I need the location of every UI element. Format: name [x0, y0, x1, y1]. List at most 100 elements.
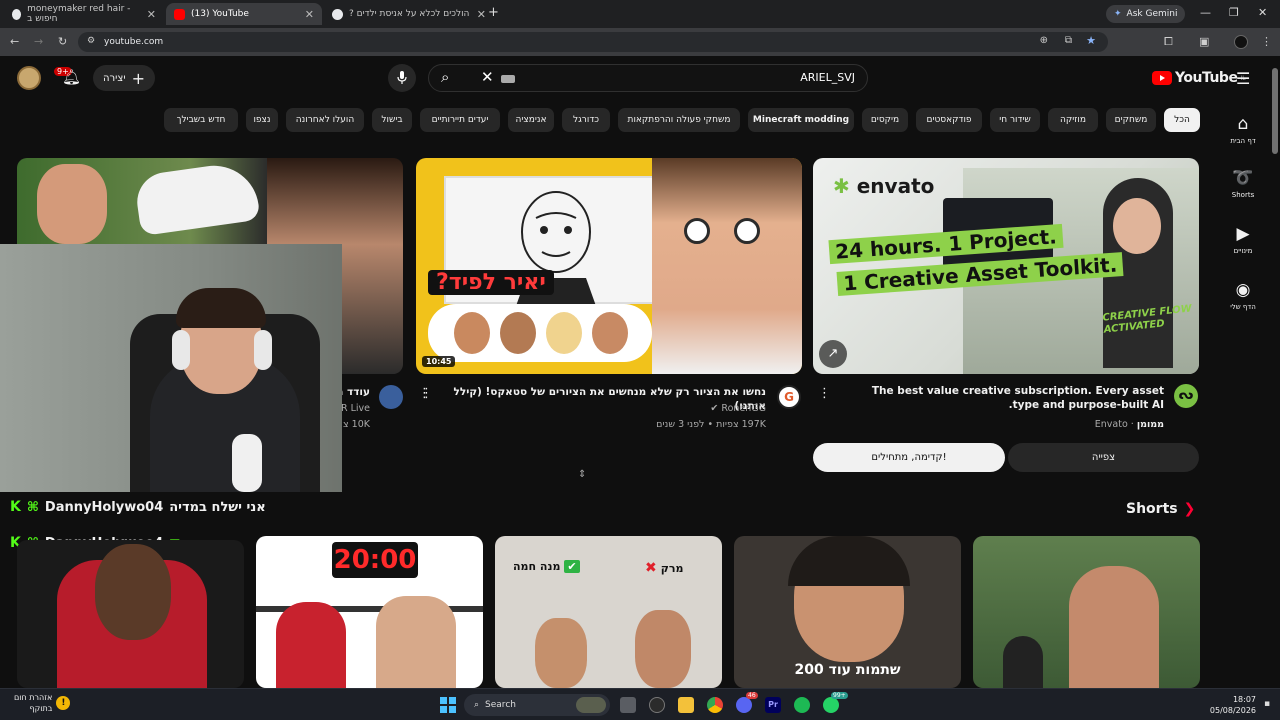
address-bar[interactable]: ⚙ youtube.com ⊕ ⧉ ★ [78, 32, 1108, 52]
chip[interactable]: בישול [372, 108, 412, 132]
short-hair [788, 536, 910, 586]
chip[interactable]: יעדים תיירותיים [420, 108, 500, 132]
hamburger-menu-icon[interactable]: ☰ [1236, 69, 1250, 88]
profile-avatar-icon[interactable] [1234, 35, 1248, 49]
system-clock[interactable]: 18:07 05/08/2026 [1210, 694, 1256, 716]
install-icon[interactable]: ⧉ [1065, 35, 1072, 46]
search-input[interactable]: ARIEL_SVJ [800, 71, 855, 84]
maximize-icon[interactable]: ❐ [1229, 6, 1239, 19]
chrome-icon[interactable] [707, 697, 723, 713]
filter-chips-bar: הכל משחקים מוזיקה שידור חי פודקאסטים מיק… [164, 108, 1200, 132]
back-icon[interactable]: ← [10, 35, 19, 48]
site-info-icon[interactable]: ⚙ [87, 36, 95, 46]
chip[interactable]: מוזיקה [1048, 108, 1098, 132]
home-icon: ⌂ [1237, 114, 1249, 134]
browser-tab[interactable]: הולכים לכלא על אניסת ילדים ? ✕ [324, 3, 494, 25]
browser-tab-active[interactable]: (13) YouTube ✕ [166, 3, 322, 25]
keyboard-icon[interactable] [501, 75, 515, 83]
obs-icon[interactable] [649, 697, 665, 713]
chip[interactable]: חדש בשבילך [164, 108, 238, 132]
close-window-icon[interactable]: ✕ [1258, 6, 1267, 19]
extensions-icon[interactable]: ⧠ [1164, 35, 1173, 49]
discord-badge: 46 [746, 692, 758, 699]
chip[interactable]: משחקים [1106, 108, 1156, 132]
search-icon[interactable]: ⌕ [441, 68, 449, 86]
ad-watch-button[interactable]: צפייה [1008, 443, 1199, 472]
guide-item-home[interactable]: ⌂ דף הבית [1216, 114, 1270, 145]
page-scrollbar[interactable] [1270, 60, 1280, 688]
whatsapp-icon[interactable] [823, 697, 839, 713]
short-card[interactable]: שתמות עוד 200 [734, 536, 961, 688]
taskbar-search[interactable]: ⌕ Search [464, 694, 610, 716]
weather-widget[interactable]: ! אזהרת חום בתוקף [14, 692, 71, 714]
create-button[interactable]: יצירה + [93, 65, 155, 91]
zoom-icon[interactable]: ⊕ [1040, 35, 1048, 46]
short-card[interactable]: ✔ מנה חמה ✖ מרק [495, 536, 722, 688]
new-tab-button[interactable]: + [488, 5, 499, 20]
thumb-streamer [652, 158, 802, 374]
guide-item-profile[interactable]: ◉ הדף שלי [1216, 280, 1270, 311]
notification-center-icon[interactable]: ▪ [1264, 699, 1270, 709]
bookmark-star-icon[interactable]: ★ [1086, 34, 1096, 47]
plus-icon: + [131, 68, 145, 88]
minimize-icon[interactable]: — [1200, 6, 1211, 19]
guide-item-subscriptions[interactable]: ▶︎ מינויים [1216, 224, 1270, 255]
guide-item-shorts[interactable]: ➰ Shorts [1216, 168, 1270, 199]
windows-start-icon[interactable] [440, 697, 456, 713]
chip[interactable]: כדורגל [562, 108, 610, 132]
video-title[interactable]: The best value creative subscription. Ev… [852, 384, 1164, 412]
file-explorer-icon[interactable] [678, 697, 694, 713]
channel-avatar[interactable] [379, 385, 403, 409]
gemini-icon: ✦ [1114, 9, 1122, 19]
side-panel-icon[interactable]: ▣ [1199, 35, 1209, 48]
close-tab-icon[interactable]: ✕ [477, 8, 486, 21]
discord-icon[interactable] [736, 697, 752, 713]
forward-icon[interactable]: → [34, 35, 43, 48]
chip[interactable]: הועלו לאחרונה [286, 108, 364, 132]
clear-search-icon[interactable]: ✕ [481, 68, 494, 86]
short-card[interactable] [973, 536, 1200, 688]
scrollbar-thumb[interactable] [1272, 68, 1278, 154]
chip[interactable]: פודקאסטים [916, 108, 982, 132]
channel-avatar-envato[interactable]: ᔓ [1174, 384, 1198, 408]
voice-search-button[interactable] [388, 64, 416, 92]
video-meta: 197K צפיות • לפני 3 שנים [656, 419, 766, 430]
search-box[interactable]: ⌕ ✕ ARIEL_SVJ [428, 64, 868, 92]
chip[interactable]: נצפו [246, 108, 278, 132]
chip[interactable]: מיקסים [862, 108, 908, 132]
chip[interactable]: Minecraft modding [748, 108, 854, 132]
browser-tab[interactable]: moneymaker red hair - חיפוש ב ✕ [4, 3, 164, 25]
chip-all[interactable]: הכל [1164, 108, 1200, 132]
ad-cta-button[interactable]: קדימה, מתחילים! [813, 443, 1005, 472]
chip[interactable]: אנימציה [508, 108, 554, 132]
cross-icon: ✖ [645, 560, 657, 576]
video-menu-icon[interactable]: ⋮ [818, 386, 831, 401]
shorts-logo-icon: ❯ [1183, 501, 1196, 517]
account-avatar[interactable] [17, 66, 41, 90]
youtube-logo[interactable]: YouTube IL [1152, 70, 1246, 86]
external-link-icon[interactable]: ↗ [819, 340, 847, 368]
thumb-eye [734, 218, 760, 244]
video-menu-icon[interactable]: ⋮ [418, 386, 431, 401]
channel-name[interactable]: RonenGG [721, 403, 766, 414]
bell-icon[interactable]: 🔔︎ [62, 68, 81, 86]
short-card[interactable]: 20:00 [256, 536, 483, 688]
chip[interactable]: שידור חי [990, 108, 1040, 132]
close-tab-icon[interactable]: ✕ [305, 8, 314, 21]
headphone-icon [172, 330, 190, 370]
reload-icon[interactable]: ↻ [58, 35, 67, 48]
channel-avatar-ronengg[interactable]: G [777, 385, 801, 409]
video-thumbnail[interactable]: יאיר לפיד? 10:45 [416, 158, 802, 374]
guide-label: מינויים [1233, 247, 1253, 255]
kick-badge-icon: K [10, 499, 21, 515]
chip[interactable]: משחקי פעולה והרפתקאות [618, 108, 740, 132]
spotify-icon[interactable] [794, 697, 810, 713]
premiere-icon[interactable]: Pr [765, 697, 781, 713]
task-view-icon[interactable] [620, 697, 636, 713]
menu-kebab-icon[interactable]: ⋮ [1261, 35, 1272, 48]
video-thumbnail-ad[interactable]: ✱ envato 24 hours. 1 Project. 1 Creative… [813, 158, 1199, 374]
ask-gemini-button[interactable]: ✦ Ask Gemini [1106, 5, 1186, 23]
channel-name[interactable]: Envato [1095, 419, 1128, 430]
short-card[interactable] [17, 540, 244, 688]
close-tab-icon[interactable]: ✕ [147, 8, 156, 21]
